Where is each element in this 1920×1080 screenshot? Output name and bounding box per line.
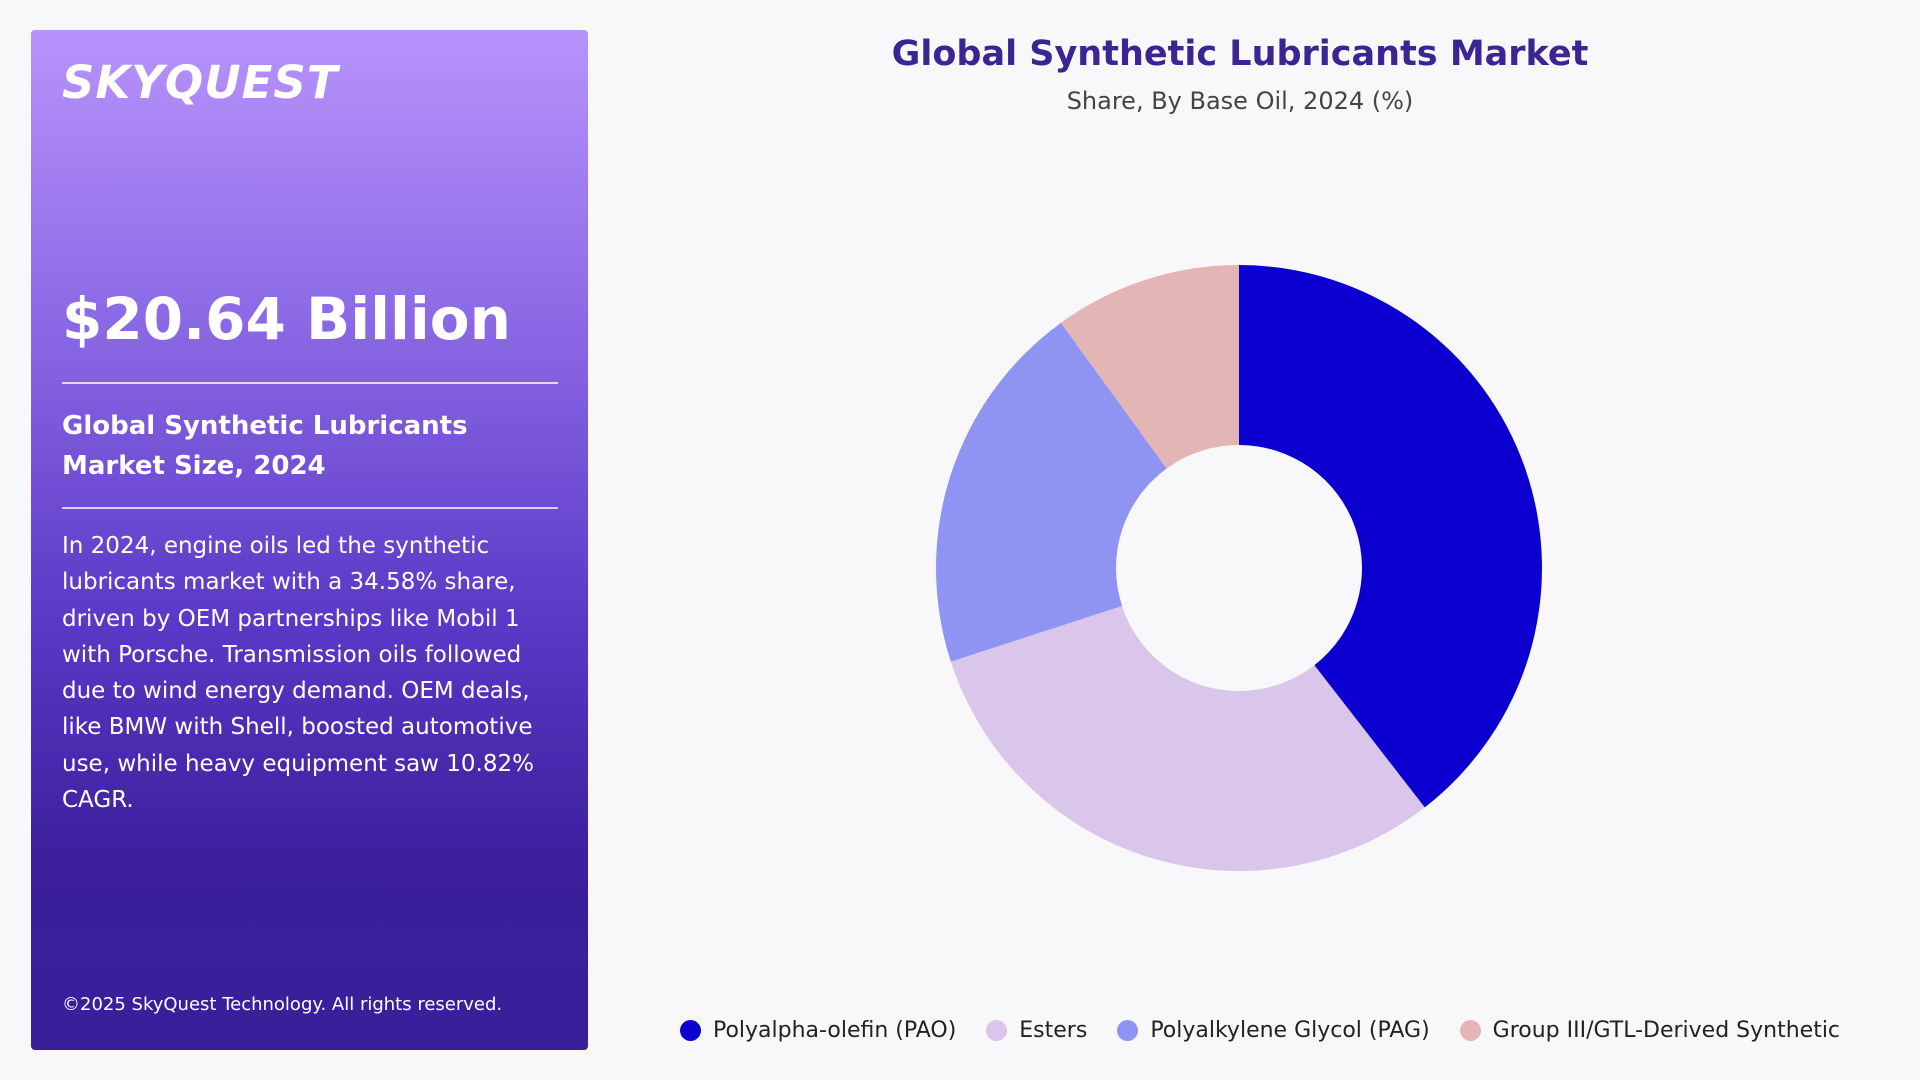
legend-item: Group III/GTL-Derived Synthetic <box>1459 1018 1841 1043</box>
legend-item: Esters <box>986 1018 1087 1043</box>
legend-swatch <box>1459 1020 1481 1041</box>
legend-item: Polyalpha-olefin (PAO) <box>679 1018 957 1043</box>
chart-title: Global Synthetic Lubricants Market <box>891 34 1589 74</box>
legend-label: Group III/GTL-Derived Synthetic <box>1492 1018 1841 1043</box>
divider-top <box>62 382 558 384</box>
summary-text: In 2024, engine oils led the synthetic l… <box>62 533 534 814</box>
donut-chart <box>936 265 1542 872</box>
skyquest-logo: SKYQUEST <box>62 56 339 109</box>
market-size-label: Global Synthetic Lubricants Market Size,… <box>62 411 468 481</box>
infographic-page: SKYQUEST $20.64 Billion Global Synthetic… <box>0 0 1920 1080</box>
divider-bottom <box>62 507 558 509</box>
summary-panel: SKYQUEST $20.64 Billion Global Synthetic… <box>31 30 588 1050</box>
legend-swatch <box>986 1020 1008 1041</box>
legend-swatch <box>679 1020 701 1041</box>
chart-legend: Polyalpha-olefin (PAO) Esters Polyalkylene… <box>640 1018 1880 1043</box>
legend-swatch <box>1117 1020 1139 1041</box>
copyright-notice: ©2025 SkyQuest Technology. All rights re… <box>62 994 503 1015</box>
chart-subtitle: Share, By Base Oil, 2024 (%) <box>1066 87 1414 115</box>
market-value: $20.64 Billion <box>62 285 511 353</box>
legend-label: Polyalpha-olefin (PAO) <box>712 1018 957 1043</box>
legend-label: Polyalkylene Glycol (PAG) <box>1150 1018 1430 1043</box>
legend-label: Esters <box>1019 1018 1088 1043</box>
legend-item: Polyalkylene Glycol (PAG) <box>1117 1018 1430 1043</box>
